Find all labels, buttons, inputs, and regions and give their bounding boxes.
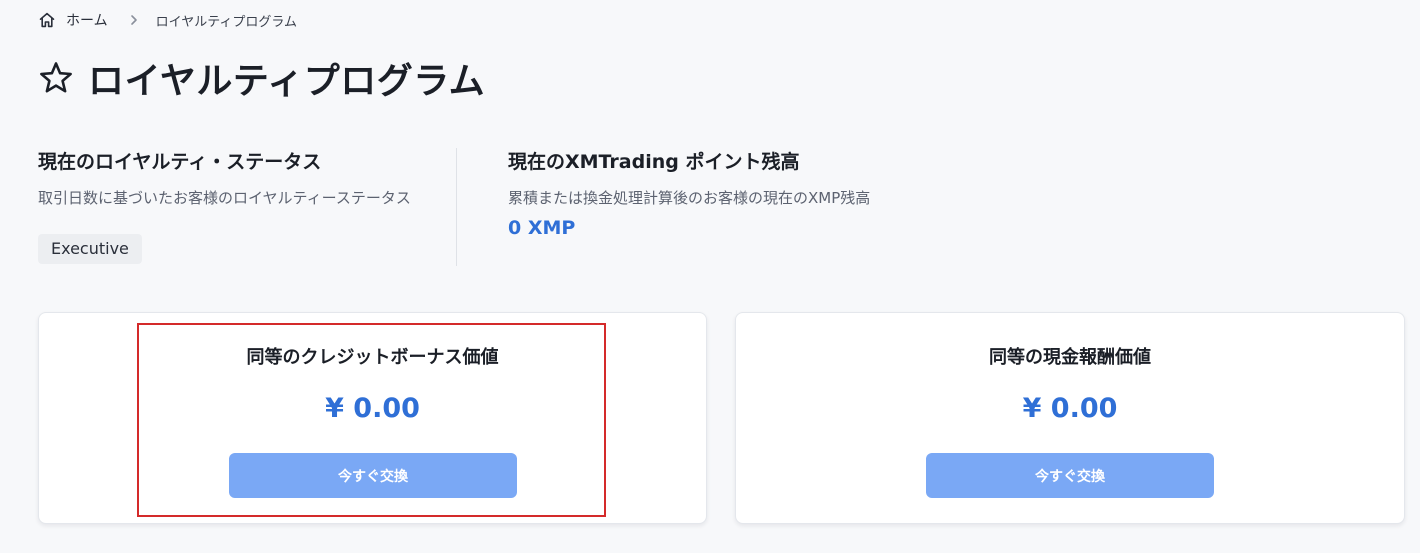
loyalty-status-section: 現在のロイヤルティ・ステータス 取引日数に基づいたお客様のロイヤルティーステータ… <box>38 148 438 264</box>
cash-reward-title: 同等の現金報酬価値 <box>989 347 1151 368</box>
breadcrumb-current: ロイヤルティプログラム <box>155 14 298 30</box>
page-header: ロイヤルティプログラム <box>38 52 485 104</box>
status-divider <box>456 148 457 266</box>
highlight-annotation <box>137 323 606 517</box>
breadcrumb-home-link[interactable]: ホーム <box>66 10 108 30</box>
points-balance-description: 累積または換金処理計算後のお客様の現在のXMP残高 <box>508 189 871 207</box>
points-balance-section: 現在のXMTrading ポイント残高 累積または換金処理計算後のお客様の現在の… <box>508 148 908 240</box>
chevron-right-icon <box>128 14 140 26</box>
status-badge: Executive <box>38 234 142 264</box>
loyalty-status-heading: 現在のロイヤルティ・ステータス <box>38 151 322 173</box>
star-outline-icon <box>38 60 74 96</box>
loyalty-program-page: ホーム ロイヤルティプログラム ロイヤルティプログラム 現在のロイヤルティ・ステ… <box>0 0 1420 553</box>
points-balance-heading: 現在のXMTrading ポイント残高 <box>508 151 800 173</box>
loyalty-status-description: 取引日数に基づいたお客様のロイヤルティーステータス <box>38 189 411 207</box>
page-title: ロイヤルティプログラム <box>88 61 486 102</box>
home-icon[interactable] <box>38 11 56 29</box>
cash-reward-card: 同等の現金報酬価値 ¥ 0.00 今すぐ交換 <box>735 312 1405 524</box>
cash-exchange-button[interactable]: 今すぐ交換 <box>926 453 1214 498</box>
cash-reward-value: ¥ 0.00 <box>1022 393 1118 424</box>
points-balance-value: 0 XMP <box>508 217 576 239</box>
breadcrumb: ホーム ロイヤルティプログラム <box>38 10 297 30</box>
